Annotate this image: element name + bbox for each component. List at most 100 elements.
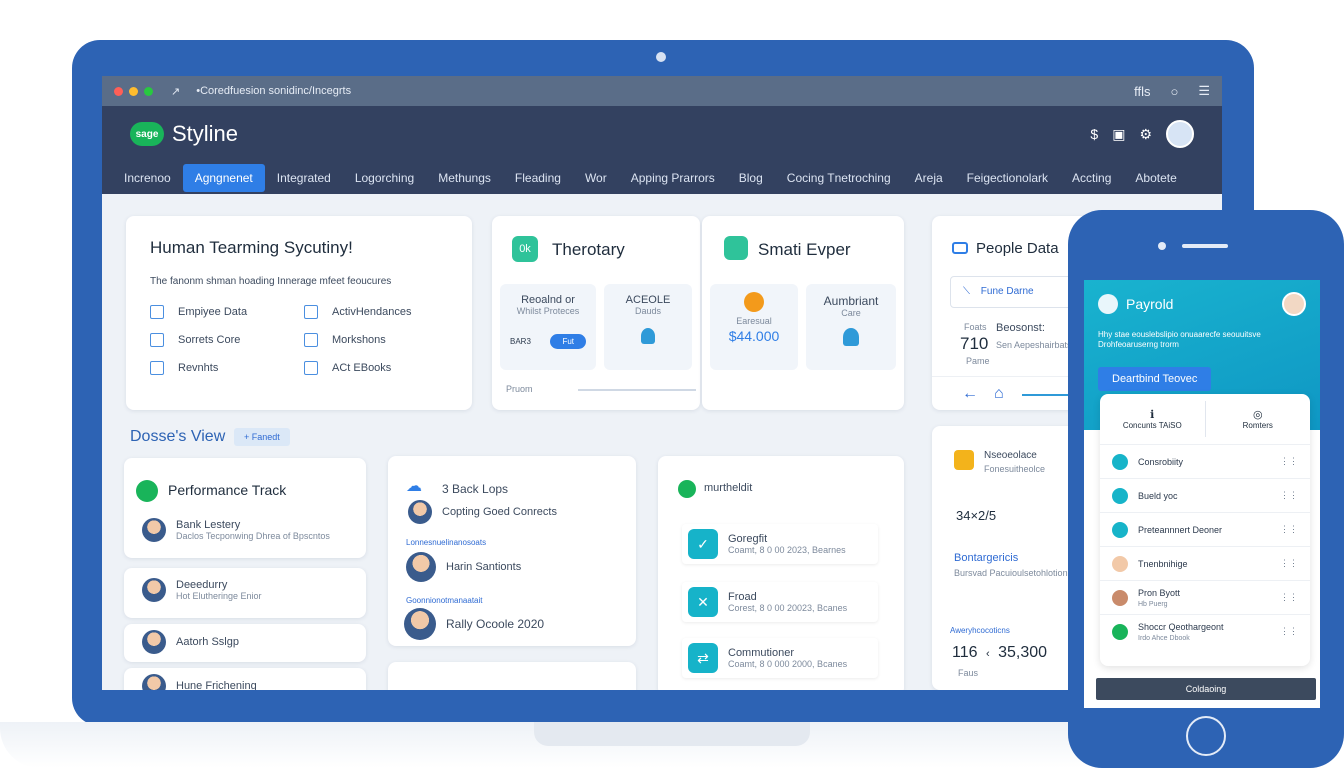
performance-icon bbox=[136, 480, 158, 502]
chart-icon bbox=[150, 333, 164, 347]
nav-item[interactable]: Apping Prarrors bbox=[619, 164, 727, 192]
list-item[interactable]: ✓ Goregfit Coamt, 8 0 00 2023, Bearnes bbox=[682, 524, 878, 564]
handshake-icon: ⇄ bbox=[688, 643, 718, 673]
coin-icon bbox=[744, 292, 764, 312]
backlops-title: 3 Back Lops bbox=[442, 482, 509, 496]
phone-speaker bbox=[1182, 244, 1228, 248]
feature-item[interactable]: ActivHendances bbox=[304, 305, 448, 319]
nav-item[interactable]: Wor bbox=[573, 164, 619, 192]
backlops-card: ☁ 3 Back Lops Copting Goed Conrects Lonn… bbox=[388, 456, 636, 646]
list-item[interactable]: Bueld yoc ⋮⋮ bbox=[1100, 478, 1310, 512]
fut-button[interactable]: Fut bbox=[550, 334, 586, 349]
doc-icon bbox=[304, 333, 318, 347]
cloud-icon: ☁ bbox=[406, 478, 422, 495]
more-icon: ⋮⋮ bbox=[1280, 558, 1298, 568]
nav-item[interactable]: Blog bbox=[727, 164, 775, 192]
avatar bbox=[142, 578, 166, 602]
list-item[interactable]: Shoccr Qeothargeont Irdo Ahce Dbook ⋮⋮ bbox=[1100, 614, 1310, 648]
feature-item[interactable]: Sorrets Core bbox=[150, 333, 294, 347]
tb-right-text[interactable]: ffls bbox=[1134, 84, 1150, 99]
payroll-icon bbox=[1098, 294, 1118, 314]
address-text[interactable]: •Coredfuesion sonidinc/Incegrts bbox=[196, 85, 351, 97]
nav-item-active[interactable]: Agngnenet bbox=[182, 164, 265, 192]
avatar bbox=[408, 500, 432, 524]
field-value[interactable]: BAR3 bbox=[510, 337, 531, 346]
back-icon[interactable]: ← bbox=[962, 385, 978, 403]
feature-item[interactable]: Empiyee Data bbox=[150, 305, 294, 319]
check-icon bbox=[1112, 623, 1128, 640]
message-icon[interactable]: ▣ bbox=[1112, 126, 1125, 143]
avatar bbox=[1112, 589, 1128, 606]
person-icon bbox=[641, 328, 655, 344]
list-item[interactable]: Copting Goed Conrects bbox=[408, 500, 557, 524]
nav-item[interactable]: Fleading bbox=[503, 164, 573, 192]
more-icon: ⋮⋮ bbox=[1280, 592, 1298, 602]
check-icon bbox=[1112, 487, 1128, 504]
avatar bbox=[1112, 555, 1128, 572]
list-item[interactable]: Consrobiity ⋮⋮ bbox=[1100, 444, 1310, 478]
menu-icon[interactable]: ☰ bbox=[1198, 83, 1210, 99]
list-item[interactable]: Deeedurry Hot Elutheringe Enior bbox=[124, 568, 366, 618]
arrow-icon[interactable]: ↗ bbox=[171, 85, 180, 98]
nav-item[interactable]: Integrated bbox=[265, 164, 343, 192]
edit-icon bbox=[1112, 521, 1128, 538]
list-item[interactable]: Aatorh Sslgp bbox=[124, 624, 366, 662]
book-icon bbox=[304, 361, 318, 375]
multi-title: murtheldit bbox=[704, 482, 753, 494]
list-item[interactable]: Rally Ocoole 2020 bbox=[404, 608, 544, 640]
hero-subtitle: The fanonm shman hoading Innerage mfeet … bbox=[150, 276, 392, 287]
therotary-card: 0k Therotary Reoalnd or Whilst Proteces … bbox=[492, 216, 700, 410]
phone-title: Payrold bbox=[1126, 296, 1174, 312]
therotary-box1: Reoalnd or Whilst Proteces BAR3 Fut bbox=[500, 284, 596, 370]
bolt-icon bbox=[954, 450, 974, 470]
ratio-value: 34×2/5 bbox=[956, 508, 997, 523]
cta-button[interactable]: Deartbind Teovec bbox=[1098, 366, 1212, 391]
maximize-dot[interactable] bbox=[144, 86, 153, 96]
grid-icon bbox=[150, 305, 164, 319]
perf-card: Performance Track Bank Lestery Daclos Tec… bbox=[124, 458, 366, 558]
list-item[interactable]: Hune Frichening bbox=[124, 668, 366, 690]
list-item[interactable]: Harin Santionts bbox=[406, 552, 521, 582]
list-item[interactable]: Pron Byott Hb Puerg ⋮⋮ bbox=[1100, 580, 1310, 614]
home-icon[interactable]: ⌂ bbox=[994, 385, 1004, 403]
nav-item[interactable]: Increnoo bbox=[112, 164, 183, 192]
check-icon: ✓ bbox=[688, 529, 718, 559]
list-item[interactable]: Preteannnert Deoner ⋮⋮ bbox=[1100, 512, 1310, 546]
search-icon[interactable]: ○ bbox=[1170, 84, 1178, 99]
col-concunts[interactable]: ℹ Concunts TAiSO bbox=[1100, 408, 1205, 430]
avatar[interactable] bbox=[1282, 292, 1306, 316]
nav-item[interactable]: Areja bbox=[903, 164, 955, 192]
list-item[interactable]: ⇄ Commutioner Coamt, 8 0 000 2000, Bcanes bbox=[682, 638, 878, 678]
avatar bbox=[406, 552, 436, 582]
gear-icon[interactable]: ⚙ bbox=[1139, 126, 1152, 143]
logo-icon: sage bbox=[130, 122, 164, 146]
home-button[interactable] bbox=[1186, 716, 1226, 756]
feature-item[interactable]: Revnhts bbox=[150, 361, 294, 375]
avatar[interactable] bbox=[1166, 120, 1194, 148]
more-icon: ⋮⋮ bbox=[1280, 490, 1298, 500]
avatar bbox=[142, 518, 166, 542]
minimize-dot[interactable] bbox=[129, 86, 138, 96]
nav-item[interactable]: Logorching bbox=[343, 164, 426, 192]
list-item[interactable]: ✕ Froad Corest, 8 0 00 20023, Bcanes bbox=[682, 582, 878, 622]
scrub-track[interactable] bbox=[578, 389, 696, 391]
list-item[interactable]: Bank Lestery Daclos Tecponwing Dhrea of B… bbox=[142, 518, 330, 542]
nav-item[interactable]: Abotete bbox=[1123, 164, 1188, 192]
add-tag-button[interactable]: + Fanedt bbox=[234, 428, 290, 446]
bottom-button[interactable]: Coldaoing bbox=[1096, 678, 1316, 700]
nav-item[interactable]: Cocing Tnetroching bbox=[775, 164, 903, 192]
feature-item[interactable]: Morkshons bbox=[304, 333, 448, 347]
nav-item[interactable]: Methungs bbox=[426, 164, 503, 192]
laptop-notch bbox=[534, 722, 810, 746]
col-romters[interactable]: ◎ Romters bbox=[1206, 408, 1311, 430]
status-icon bbox=[678, 480, 696, 498]
phone-list-card: ℹ Concunts TAiSO ◎ Romters Consrobiity ⋮⋮ B… bbox=[1100, 394, 1310, 666]
list-item[interactable]: Tnenbnihige ⋮⋮ bbox=[1100, 546, 1310, 580]
nav-item[interactable]: Accting bbox=[1060, 164, 1123, 192]
close-dot[interactable] bbox=[114, 86, 123, 96]
hero-title: Human Tearming Sycutiny! bbox=[150, 238, 353, 257]
people-title: People Data bbox=[976, 240, 1059, 257]
dollar-icon[interactable]: $ bbox=[1090, 126, 1098, 142]
nav-item[interactable]: Feigectionolark bbox=[955, 164, 1060, 192]
feature-item[interactable]: ACt EBooks bbox=[304, 361, 448, 375]
